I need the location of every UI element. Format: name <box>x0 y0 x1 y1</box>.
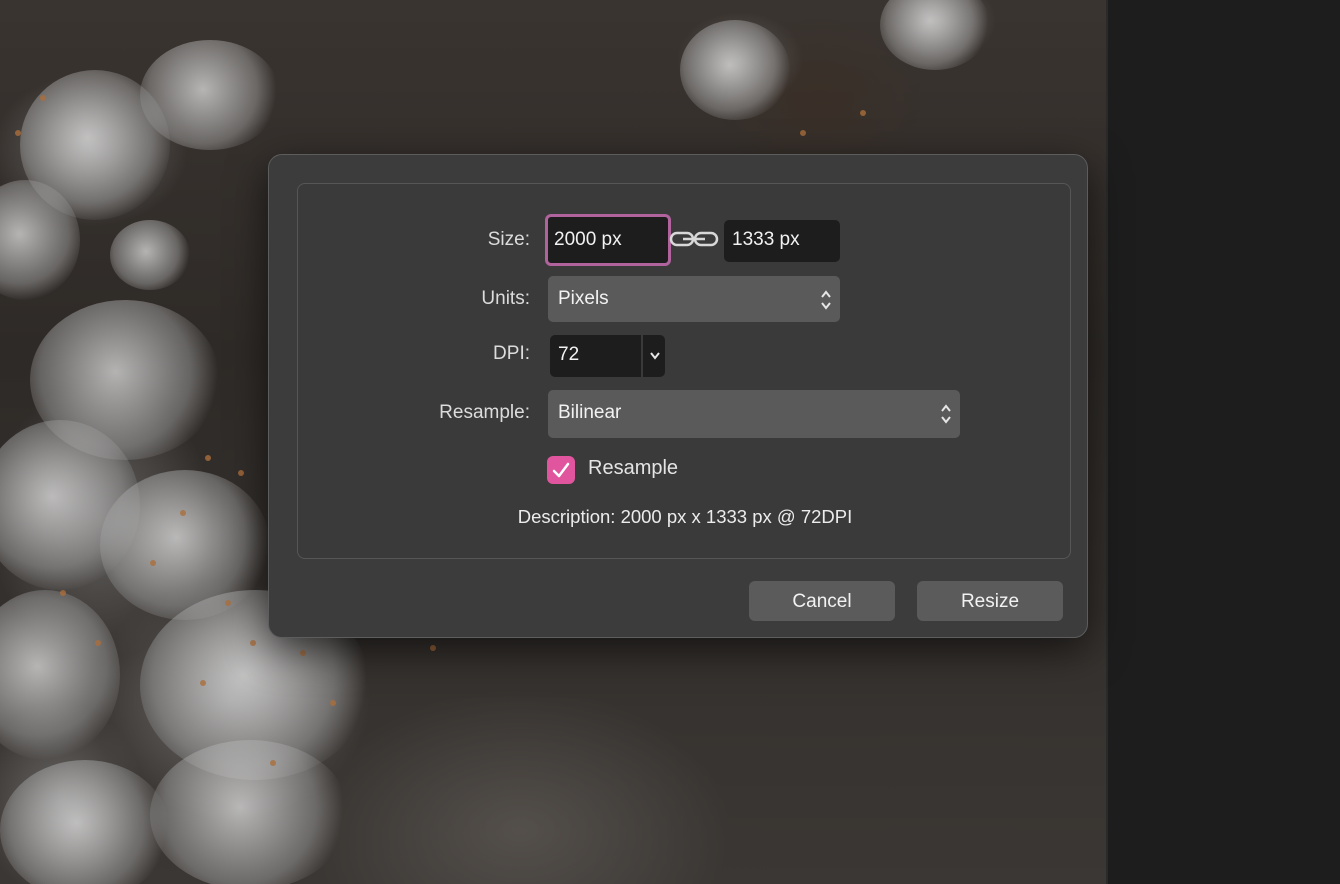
link-dimensions-icon[interactable] <box>669 228 719 250</box>
dpi-dropdown-button[interactable] <box>641 335 665 377</box>
checkmark-icon <box>552 462 570 478</box>
side-panel <box>1108 0 1340 884</box>
units-label: Units: <box>481 288 530 309</box>
dpi-label: DPI: <box>493 343 530 364</box>
resample-stepper-icon <box>941 404 951 424</box>
resize-dialog: Size: 2000 px 1333 px Units: Pixels DPI:… <box>268 154 1088 638</box>
dpi-input[interactable]: 72 <box>550 335 643 377</box>
units-stepper-icon <box>821 290 831 310</box>
units-select[interactable]: Pixels <box>548 276 840 322</box>
units-selected-value: Pixels <box>558 288 609 309</box>
description-text: Description: 2000 px x 1333 px @ 72DPI <box>517 506 853 527</box>
resize-button[interactable]: Resize <box>917 581 1063 621</box>
dialog-options-panel: Size: 2000 px 1333 px Units: Pixels DPI:… <box>297 183 1071 559</box>
resample-checkbox[interactable] <box>547 456 575 484</box>
width-input[interactable]: 2000 px <box>545 214 671 266</box>
height-input[interactable]: 1333 px <box>724 220 840 262</box>
resample-label: Resample: <box>439 402 530 423</box>
cancel-button[interactable]: Cancel <box>749 581 895 621</box>
chevron-down-icon <box>650 352 660 360</box>
resample-checkbox-label[interactable]: Resample <box>588 457 678 480</box>
resample-selected-value: Bilinear <box>558 402 622 423</box>
resample-select[interactable]: Bilinear <box>548 390 960 438</box>
size-label: Size: <box>487 229 530 250</box>
